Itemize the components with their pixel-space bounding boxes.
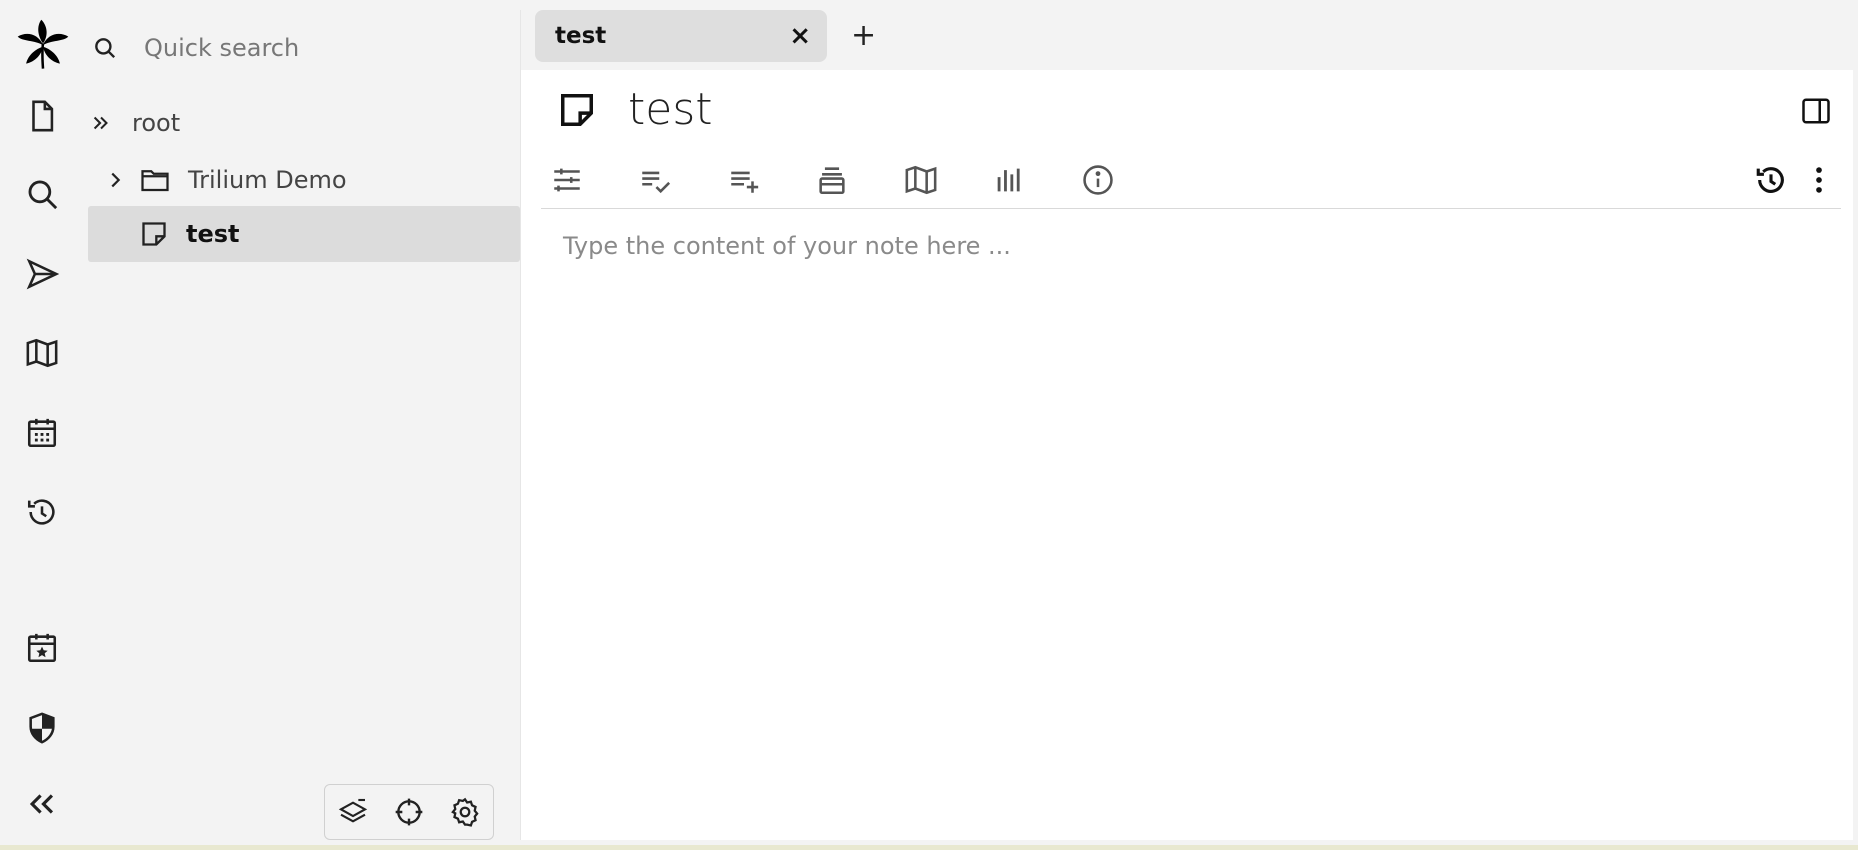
- note-title[interactable]: test: [628, 84, 713, 135]
- note-map-icon[interactable]: [899, 158, 943, 202]
- search-icon: [95, 38, 116, 59]
- tree-item-label: Trilium Demo: [188, 166, 347, 194]
- window-bottom-edge: [0, 845, 1858, 850]
- scroll-to-active-icon[interactable]: [393, 796, 425, 828]
- note-tree-panel: root Trilium Demo test: [88, 0, 520, 850]
- quick-search-input[interactable]: [142, 33, 486, 63]
- inherited-attributes-icon[interactable]: [810, 158, 854, 202]
- note-info-icon[interactable]: [1076, 158, 1120, 202]
- hoisted-root-row[interactable]: root: [88, 95, 520, 151]
- root-label: root: [132, 109, 181, 137]
- more-actions-icon[interactable]: [1797, 158, 1841, 202]
- tree-settings-icon[interactable]: [449, 796, 481, 828]
- collapse-tree-icon[interactable]: [337, 796, 369, 828]
- new-tab-button[interactable]: +: [851, 18, 876, 53]
- ribbon-toolbar: [541, 150, 1841, 209]
- revisions-icon[interactable]: [1749, 158, 1793, 202]
- jump-to-note-icon[interactable]: [14, 246, 70, 302]
- quick-search: [88, 22, 520, 74]
- tree-item-trilium-demo[interactable]: Trilium Demo: [88, 152, 520, 208]
- similar-notes-icon[interactable]: [987, 158, 1031, 202]
- owned-attributes-icon[interactable]: [722, 158, 766, 202]
- folder-icon: [141, 170, 169, 192]
- text-note-icon: [142, 222, 166, 246]
- tab-bar: test × +: [521, 10, 1853, 70]
- protected-session-icon[interactable]: [14, 700, 70, 756]
- note-type-icon[interactable]: [558, 91, 596, 129]
- search-icon[interactable]: [14, 166, 70, 222]
- new-note-icon[interactable]: [14, 88, 70, 144]
- note-map-icon[interactable]: [14, 325, 70, 381]
- double-chevron-right-icon: [93, 116, 108, 130]
- trilium-logo-icon[interactable]: [12, 14, 74, 76]
- tree-item-label: test: [186, 220, 240, 248]
- promoted-attributes-icon[interactable]: [545, 158, 589, 202]
- tab-test[interactable]: test ×: [535, 10, 827, 62]
- calendar-icon[interactable]: [14, 405, 70, 461]
- launcher-bar: [0, 0, 88, 850]
- chevron-right-icon[interactable]: [104, 169, 126, 191]
- note-title-row: test: [521, 70, 1853, 150]
- tree-item-test[interactable]: test: [88, 206, 520, 262]
- close-tab-icon[interactable]: ×: [789, 21, 811, 51]
- today-note-icon[interactable]: [14, 620, 70, 676]
- tab-title: test: [555, 23, 607, 49]
- recent-changes-icon[interactable]: [14, 484, 70, 540]
- collapse-sidebar-icon[interactable]: [14, 776, 70, 832]
- toggle-right-pane-icon[interactable]: [1801, 96, 1831, 126]
- note-editor-placeholder[interactable]: Type the content of your note here ...: [563, 232, 1011, 260]
- main-content: test × + test Type the content of your n…: [520, 10, 1853, 840]
- tree-toolbar: [324, 784, 494, 840]
- book-properties-icon[interactable]: [633, 158, 677, 202]
